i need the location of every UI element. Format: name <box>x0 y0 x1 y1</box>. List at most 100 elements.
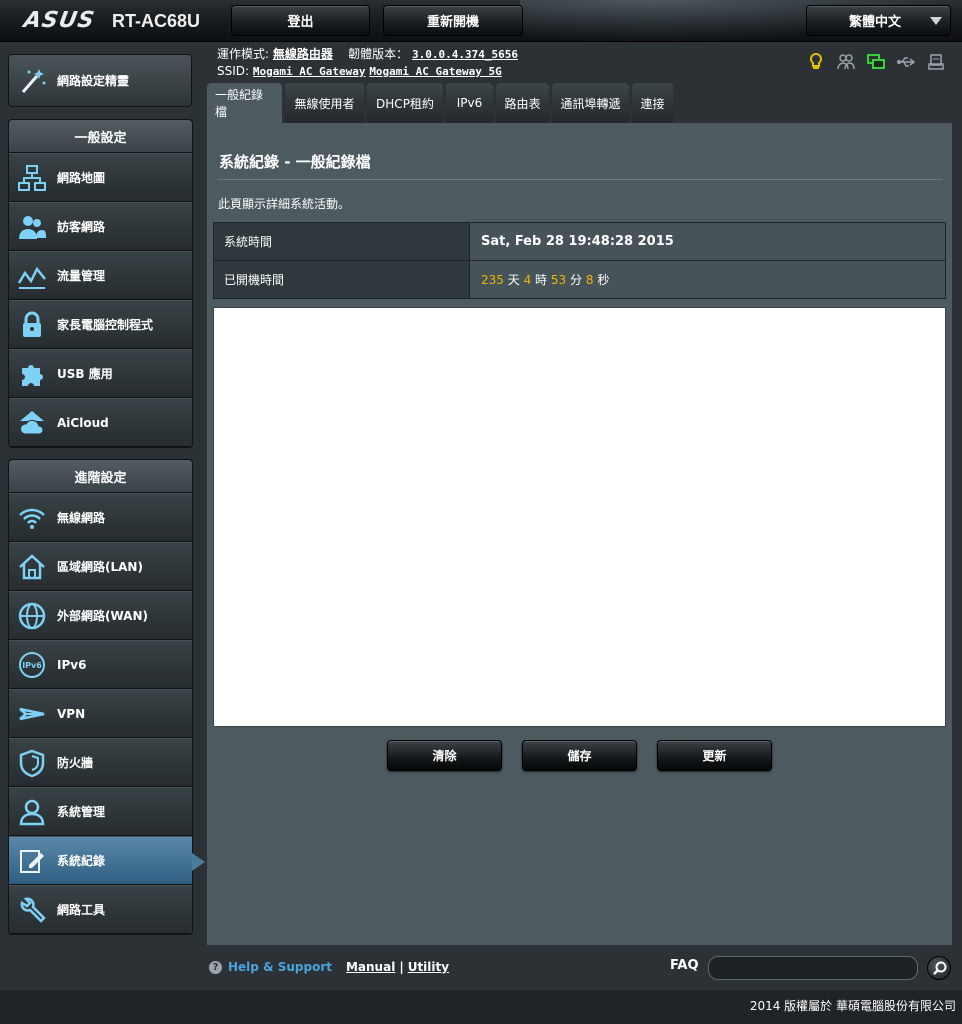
sidebar-item-guest-network[interactable]: 訪客網路 <box>9 202 192 251</box>
ssid-label: SSID: <box>217 64 250 78</box>
sidebar-item-lan[interactable]: 區域網路(LAN) <box>9 542 192 591</box>
faq-label: FAQ <box>670 958 699 973</box>
sidebar-item-label: 網路工具 <box>57 903 106 917</box>
ipv6-icon: IPv6 <box>19 651 45 678</box>
general-settings-title: 一般設定 <box>9 120 192 153</box>
sidebar-item-label: 系統紀錄 <box>57 854 106 868</box>
sidebar-item-ipv6[interactable]: IPv6 IPv6 <box>9 640 192 689</box>
tab-ipv6[interactable]: IPv6 <box>446 83 493 123</box>
sidebar-item-wireless[interactable]: 無線網路 <box>9 493 192 542</box>
usb-app-icon <box>22 364 43 386</box>
mode-label: 運作模式: <box>217 47 270 61</box>
sidebar-item-label: 家長電腦控制程式 <box>57 318 154 332</box>
advanced-settings-title: 進階設定 <box>9 460 192 493</box>
sidebar-item-vpn[interactable]: VPN <box>9 689 192 738</box>
title-divider <box>217 179 943 180</box>
sidebar-item-label: 訪客網路 <box>57 220 106 234</box>
sidebar-item-label: 網路地圖 <box>57 171 106 185</box>
guest-network-icon <box>19 215 46 239</box>
tab-port-forwarding[interactable]: 通訊埠轉遞 <box>552 83 629 123</box>
uptime-seconds: 8 <box>585 273 594 287</box>
sidebar-item-label: USB 應用 <box>57 367 113 381</box>
lightbulb-icon[interactable] <box>806 52 826 72</box>
svg-text:IPv6: IPv6 <box>22 661 42 670</box>
uptime-hours-unit: 時 <box>535 273 548 287</box>
help-support-label: Help & Support <box>228 960 332 974</box>
uptime-hours: 4 <box>523 273 532 287</box>
sidebar-item-aicloud[interactable]: AiCloud <box>9 398 192 447</box>
system-log-textarea[interactable] <box>213 307 946 727</box>
tab-wireless-clients[interactable]: 無線使用者 <box>285 83 364 123</box>
traffic-icon <box>17 266 46 289</box>
system-time-value: Sat, Feb 28 19:48:28 2015 <box>469 222 946 261</box>
table-row: 已開機時間 235 天 4 時 53 分 8 秒 <box>213 260 946 299</box>
uptime-days-unit: 天 <box>507 273 520 287</box>
lock-icon <box>23 311 41 337</box>
logout-button[interactable]: 登出 <box>231 5 370 36</box>
shield-icon <box>19 749 45 777</box>
ssid-link-1[interactable]: Mogami AC Gateway <box>253 65 366 78</box>
uptime-seconds-unit: 秒 <box>597 273 610 287</box>
language-label: 繁體中文 <box>849 15 902 30</box>
mode-link[interactable]: 無線路由器 <box>273 47 333 61</box>
tab-connections[interactable]: 連接 <box>632 83 673 123</box>
system-info-table: 系統時間 Sat, Feb 28 19:48:28 2015 已開機時間 235… <box>213 222 946 299</box>
refresh-button[interactable]: 更新 <box>657 740 772 771</box>
ssid-link-2[interactable]: Mogami AC Gateway 5G <box>369 65 501 78</box>
network-icon[interactable] <box>866 52 886 72</box>
sidebar-item-firewall[interactable]: 防火牆 <box>9 738 192 787</box>
network-map-icon <box>18 164 46 191</box>
tab-general-log[interactable]: 一般紀錄檔 <box>207 83 282 123</box>
sidebar-item-label: 外部網路(WAN) <box>57 609 148 623</box>
help-icon: ? <box>209 960 222 974</box>
sidebar-item-label: 無線網路 <box>57 511 106 525</box>
tab-routing-table[interactable]: 路由表 <box>496 83 549 123</box>
faq-search-input[interactable] <box>708 956 918 980</box>
page-description: 此頁顯示詳細系統活動。 <box>218 197 351 211</box>
chevron-down-icon <box>930 17 942 25</box>
printer-icon[interactable] <box>926 52 946 72</box>
globe-icon <box>18 602 46 629</box>
admin-icon <box>19 799 45 825</box>
sidebar-item-label: 系統管理 <box>57 805 106 819</box>
sidebar-item-label: VPN <box>57 706 86 721</box>
sidebar-item-network-tools[interactable]: 網路工具 <box>9 885 192 934</box>
tab-dhcp-leases[interactable]: DHCP租約 <box>367 83 443 123</box>
clients-icon[interactable] <box>836 52 856 72</box>
utility-link[interactable]: Utility <box>408 960 449 974</box>
reboot-button[interactable]: 重新開機 <box>383 5 523 36</box>
top-bar: ASUS RT-AC68U 登出 重新開機 繁體中文 <box>0 0 962 42</box>
log-icon <box>20 849 44 873</box>
clear-button[interactable]: 清除 <box>387 740 502 771</box>
wizard-label: 網路設定精靈 <box>57 74 130 88</box>
uptime-minutes: 53 <box>550 273 567 287</box>
vpn-icon <box>19 707 45 720</box>
manual-link[interactable]: Manual <box>346 960 395 974</box>
sidebar-item-system-log[interactable]: 系統紀錄 <box>9 836 205 885</box>
wifi-icon <box>19 508 45 529</box>
sidebar-item-label: AiCloud <box>57 415 109 430</box>
help-support-bar: ? Help & Support Manual | Utility <box>209 960 449 974</box>
sidebar-item-label: 流量管理 <box>57 269 106 283</box>
tools-icon <box>20 897 46 923</box>
general-settings-menu: 一般設定 網路地圖 訪客網路 流量管理 家長電腦控制程式 USB 應用 AiCl… <box>8 119 193 448</box>
quick-setup-wizard-button[interactable]: 網路設定精靈 <box>8 54 192 107</box>
sidebar-item-administration[interactable]: 系統管理 <box>9 787 192 836</box>
sidebar-item-traffic-manager[interactable]: 流量管理 <box>9 251 192 300</box>
router-model: RT-AC68U <box>112 11 201 31</box>
search-icon <box>933 961 947 975</box>
sidebar-item-parental-control[interactable]: 家長電腦控制程式 <box>9 300 192 349</box>
firmware-link[interactable]: 3.0.0.4.374_5656 <box>412 48 518 61</box>
usb-icon[interactable] <box>896 52 916 72</box>
uptime-label: 已開機時間 <box>213 260 470 299</box>
sidebar-item-wan[interactable]: 外部網路(WAN) <box>9 591 192 640</box>
cloud-icon <box>19 410 44 434</box>
search-button[interactable] <box>927 956 951 980</box>
uptime-days: 235 <box>481 273 504 287</box>
uptime-minutes-unit: 分 <box>570 273 583 287</box>
sidebar-item-usb-application[interactable]: USB 應用 <box>9 349 192 398</box>
sidebar-item-network-map[interactable]: 網路地圖 <box>9 153 192 202</box>
save-button[interactable]: 儲存 <box>522 740 637 771</box>
advanced-settings-menu: 進階設定 無線網路 區域網路(LAN) 外部網路(WAN) IPv6 IPv6 … <box>8 459 205 935</box>
language-select[interactable]: 繁體中文 <box>806 5 951 36</box>
